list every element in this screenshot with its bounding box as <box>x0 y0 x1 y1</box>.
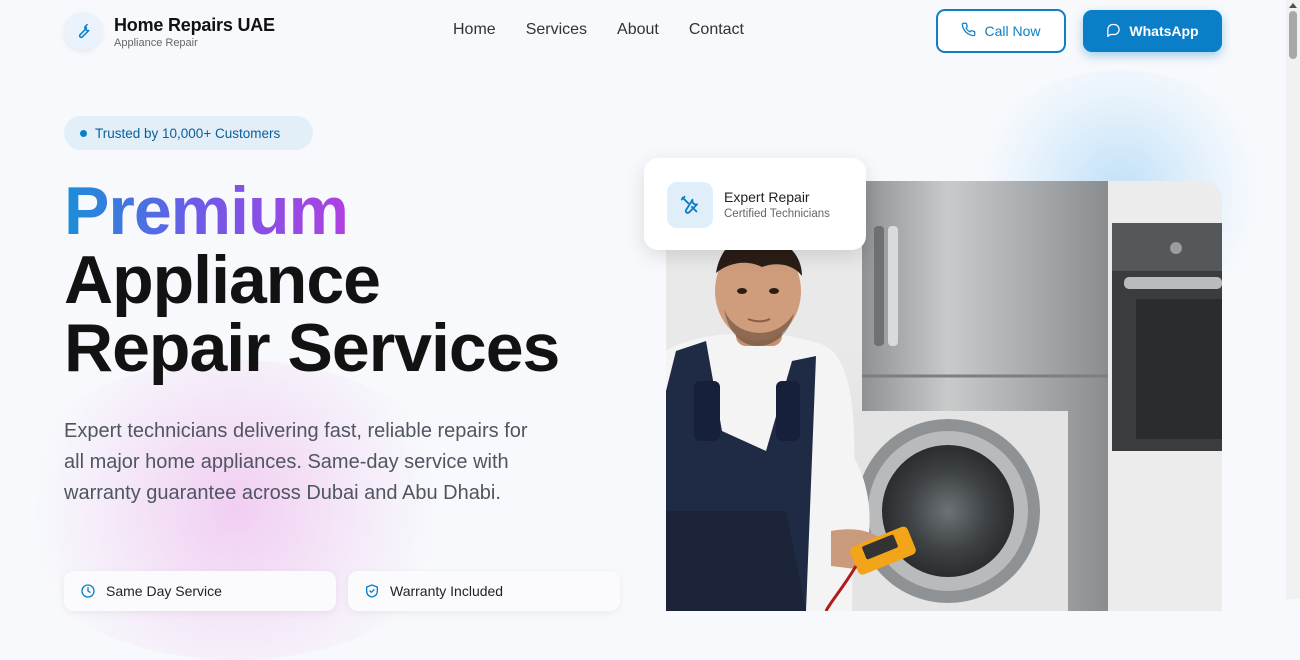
badge-dot <box>80 129 87 137</box>
hero-description: Expert technicians delivering fast, reli… <box>64 420 528 504</box>
nav-item-about[interactable]: About <box>617 21 659 39</box>
scrollbar-thumb[interactable] <box>1289 11 1297 59</box>
hero-title-line-2: Appliance <box>64 242 381 318</box>
call-now-button[interactable]: Call Now <box>936 9 1066 53</box>
chat-icon <box>1106 22 1121 40</box>
brand-name[interactable]: Home Repairs UAE <box>114 15 275 36</box>
clock-icon <box>80 583 96 604</box>
main-nav: Home Services About Contact <box>453 21 744 39</box>
shield-check-icon <box>364 583 380 604</box>
expert-repair-card: Expert Repair Certified Technicians <box>644 158 866 250</box>
nav-item-services[interactable]: Services <box>526 21 587 39</box>
scroll-up-icon[interactable] <box>1289 3 1297 8</box>
hero-title-highlight: Premium <box>64 173 349 249</box>
phone-icon <box>961 22 976 40</box>
whatsapp-button[interactable]: WhatsApp <box>1083 10 1222 52</box>
wrench-icon[interactable] <box>64 12 102 50</box>
site-header: Home Repairs UAE Appliance Repair Home S… <box>0 0 1286 64</box>
nav-item-home[interactable]: Home <box>453 21 496 39</box>
background-glow-pink <box>0 360 470 660</box>
trust-badge: Trusted by 10,000+ Customers <box>64 116 313 150</box>
expert-card-title: Expert Repair <box>724 189 810 205</box>
nav-item-contact[interactable]: Contact <box>689 21 744 39</box>
expert-card-subtitle: Certified Technicians <box>724 208 830 220</box>
feature-label: Warranty Included <box>390 583 504 599</box>
feature-label: Same Day Service <box>106 583 222 599</box>
call-now-label: Call Now <box>984 23 1041 39</box>
page-scrollbar[interactable] <box>1286 0 1300 599</box>
brand-tagline: Appliance Repair <box>114 37 198 49</box>
trust-badge-text: Trusted by 10,000+ Customers <box>95 125 281 141</box>
hero-title-line-3: Repair Services <box>64 310 560 386</box>
feature-same-day-service: Same Day Service <box>64 571 336 611</box>
tools-icon <box>667 182 713 228</box>
feature-warranty-included: Warranty Included <box>348 571 620 611</box>
whatsapp-label: WhatsApp <box>1129 23 1199 39</box>
